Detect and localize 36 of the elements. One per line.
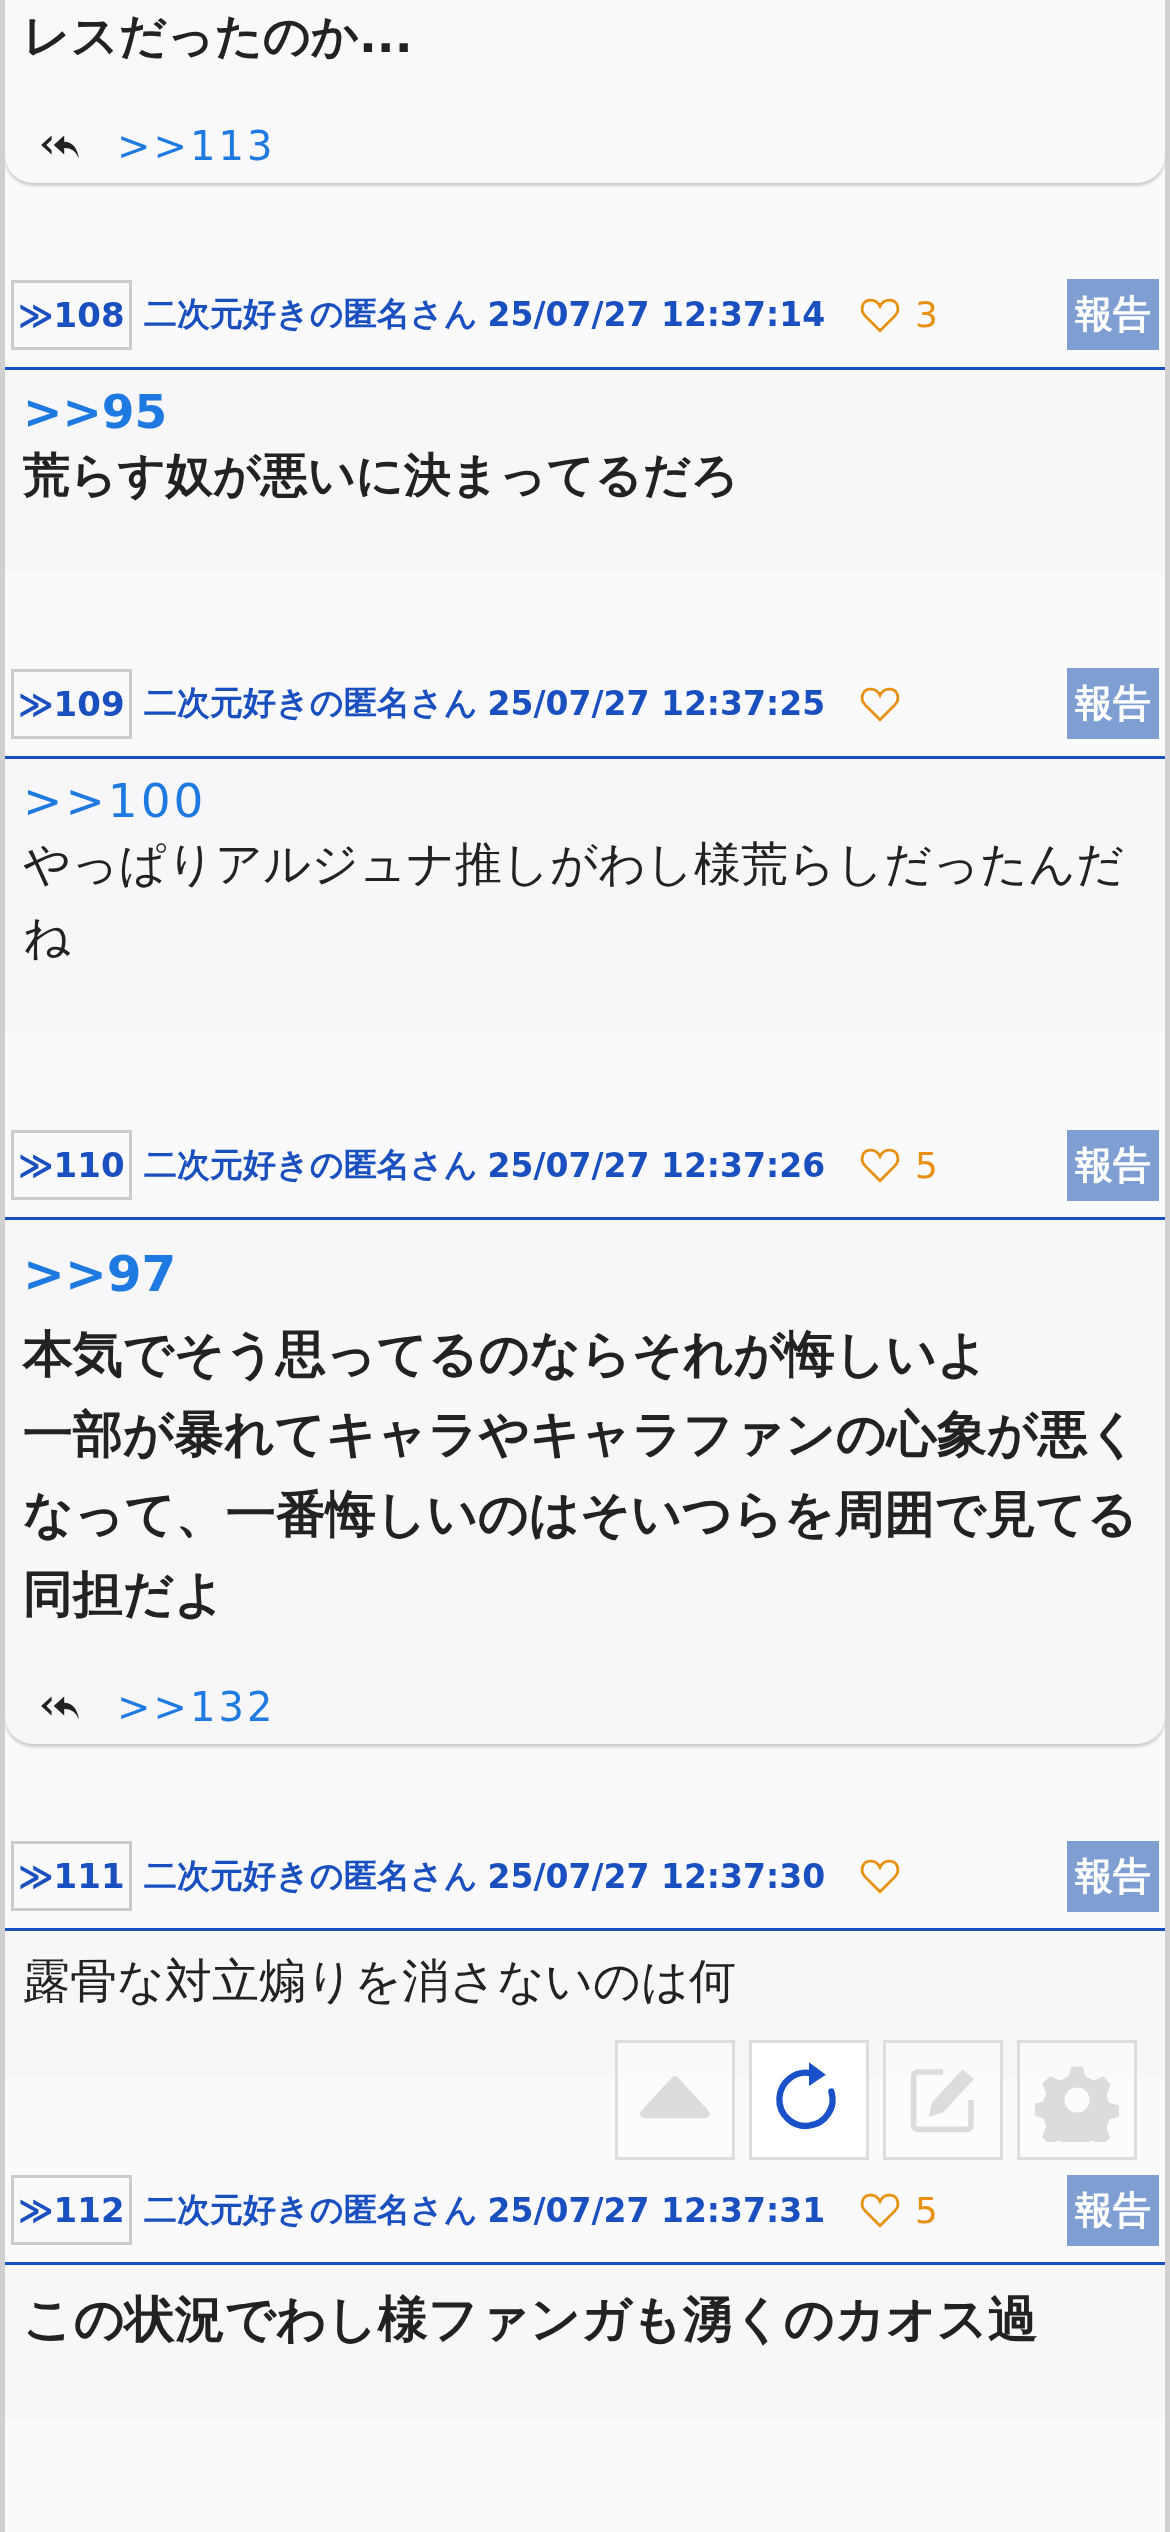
post-date: 25/07/27 12:37:30 — [487, 1856, 826, 1896]
post-number[interactable]: ≫110 — [11, 1130, 132, 1201]
reply-link[interactable]: >>132 — [117, 1684, 276, 1731]
post-text: 一部が暴れてキャラやキャラファンの心象が悪くなって、一番悔しいのはそいつらを周囲で見てる同担だよ — [23, 1404, 1140, 1626]
post-text: 荒らす奴が悪いに決まってるだろ — [23, 445, 740, 504]
like-count: 5 — [915, 2189, 938, 2231]
quote-link[interactable]: >>100 — [23, 772, 1147, 828]
like-count: 5 — [915, 1144, 938, 1186]
post-text: 本気でそう思ってるのならそれが悔しいよ — [23, 1324, 989, 1386]
author-name: 二次元好きの匿名さん — [143, 1143, 478, 1186]
author-name: 二次元好きの匿名さん — [143, 1854, 478, 1897]
author-name: 二次元好きの匿名さん — [143, 2188, 478, 2231]
post-text: 露骨な対立煽りを消さないのは何 — [23, 1952, 737, 2011]
author-name: 二次元好きの匿名さん — [143, 293, 478, 336]
report-button[interactable]: 報告 — [1067, 2174, 1159, 2246]
like-count: 3 — [915, 294, 938, 336]
post-number[interactable]: ≫109 — [11, 668, 132, 739]
post-text: やっぱりアルジュナ推しがわし様荒らしだったんだね — [23, 834, 1125, 966]
reply-link[interactable]: >>113 — [117, 122, 276, 169]
report-button[interactable]: 報告 — [1067, 1840, 1159, 1912]
post-text: レスだったのか... — [23, 7, 414, 65]
post-date: 25/07/27 12:37:14 — [487, 295, 826, 335]
quote-link[interactable]: >>95 — [23, 383, 1147, 439]
report-button[interactable]: 報告 — [1067, 279, 1159, 351]
post-date: 25/07/27 12:37:31 — [487, 2190, 826, 2230]
post-number[interactable]: ≫112 — [11, 2175, 132, 2246]
refresh-button[interactable] — [749, 2040, 869, 2160]
report-button[interactable]: 報告 — [1067, 668, 1159, 740]
post-date: 25/07/27 12:37:26 — [487, 1145, 826, 1185]
quote-link[interactable]: >>97 — [23, 1234, 1147, 1315]
post-date: 25/07/27 12:37:25 — [487, 684, 826, 724]
report-button[interactable]: 報告 — [1067, 1129, 1159, 1201]
post-number[interactable]: ≫108 — [11, 279, 132, 350]
post-text: この状況でわし様ファンガも湧くのカオス過 — [23, 2289, 1039, 2351]
author-name: 二次元好きの匿名さん — [143, 682, 478, 725]
post-number[interactable]: ≫111 — [11, 1841, 132, 1912]
